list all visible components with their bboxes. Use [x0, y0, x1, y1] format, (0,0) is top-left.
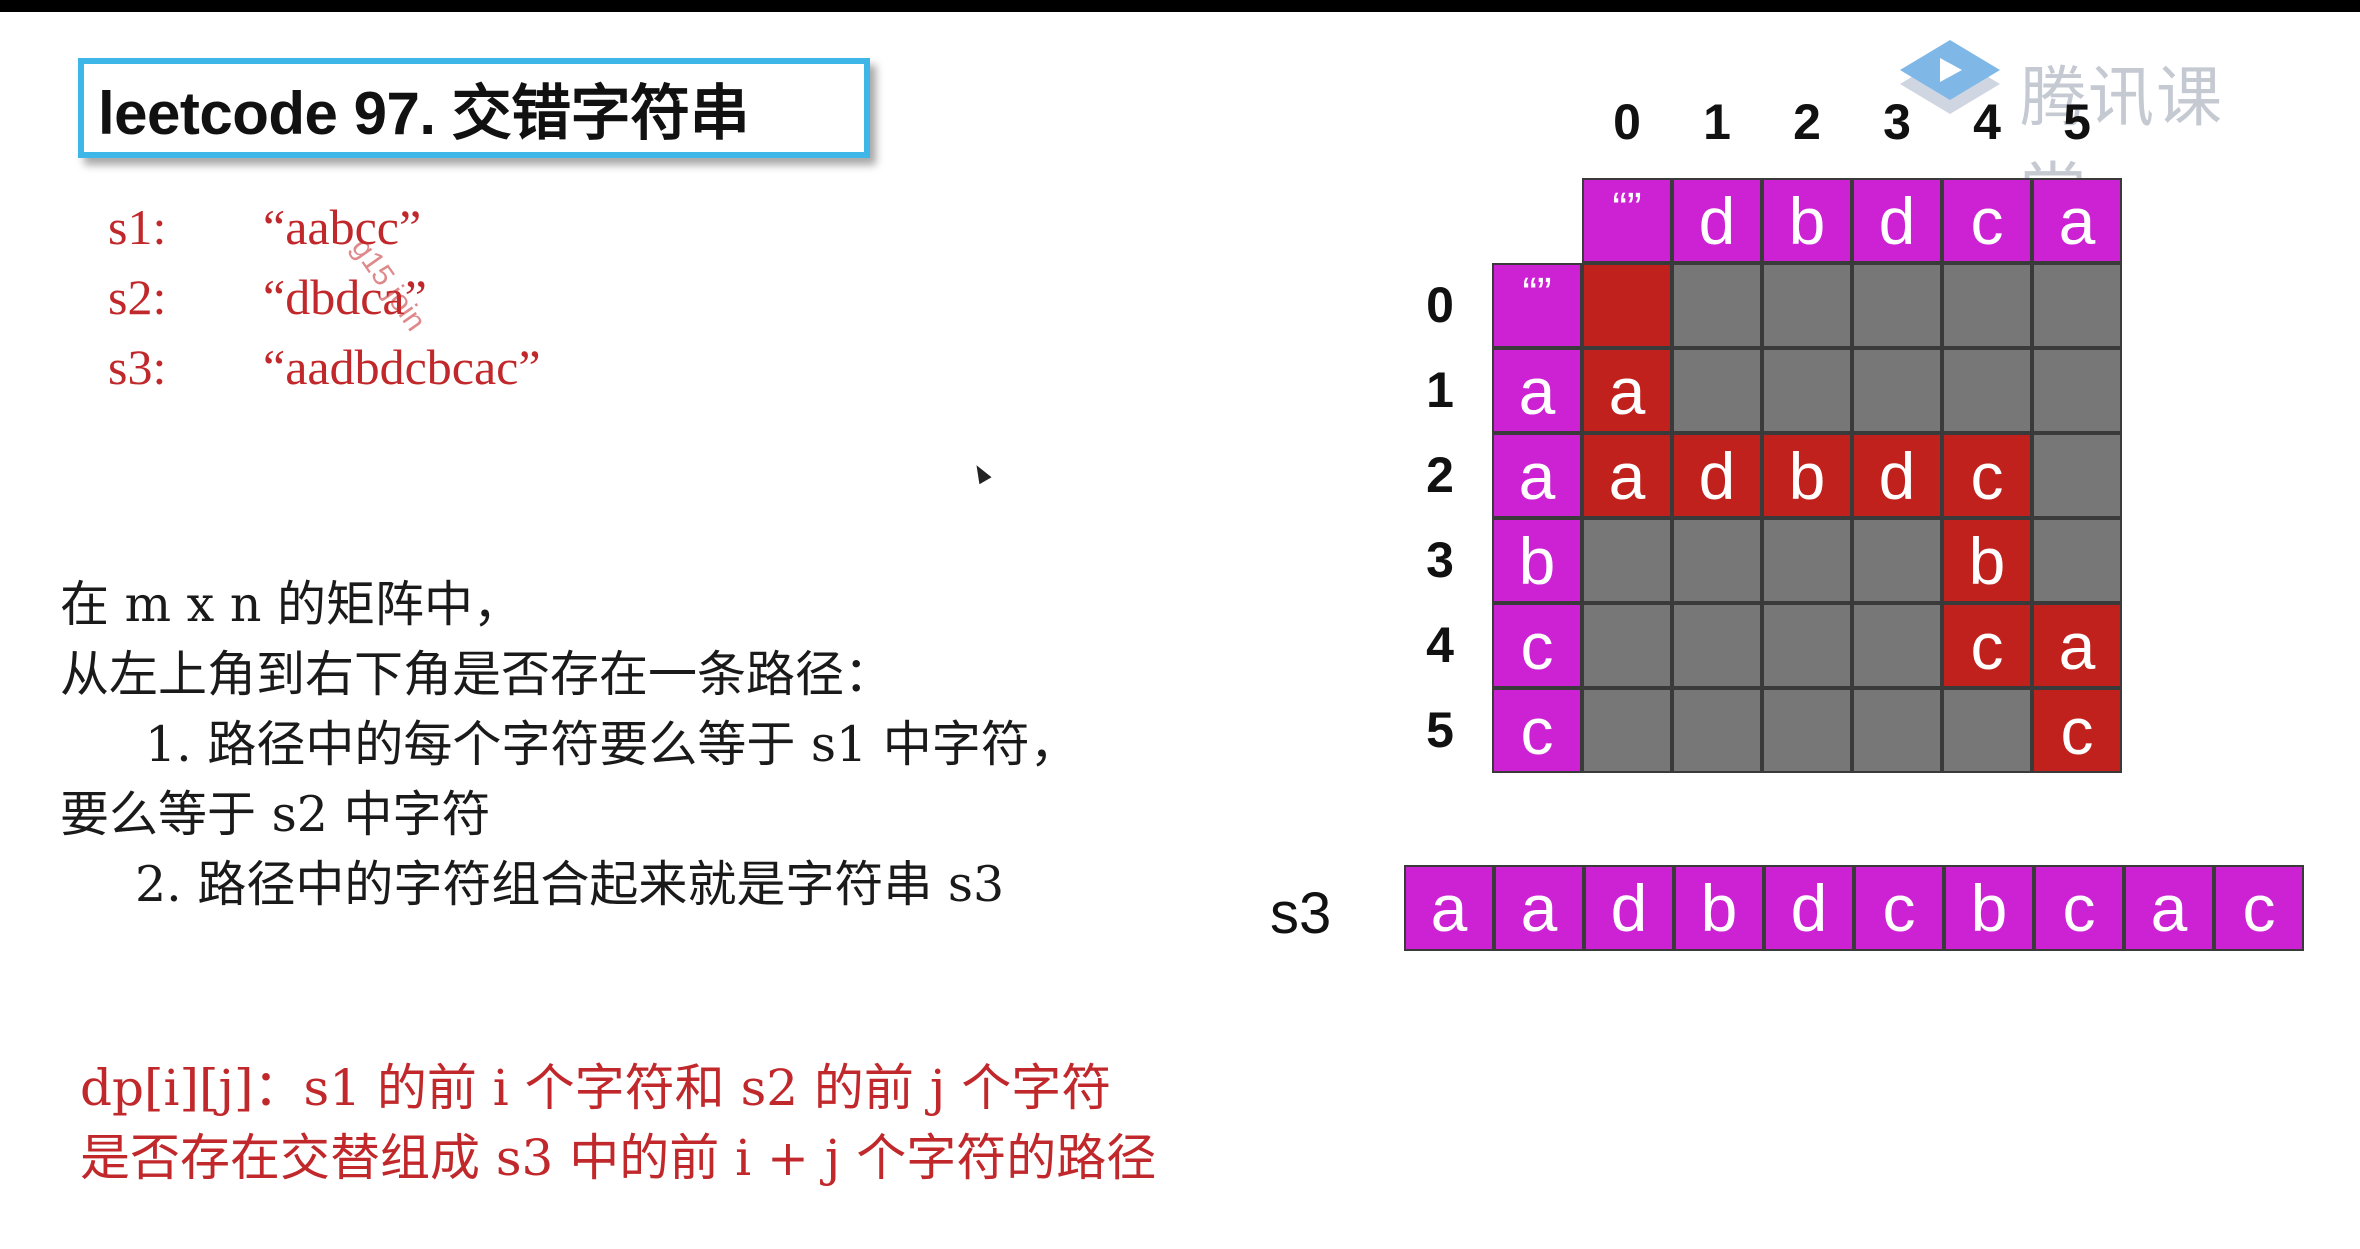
row-index-0: 0	[1426, 277, 1454, 333]
grid-cell	[1852, 603, 1942, 688]
grid-cell	[1582, 688, 1672, 773]
col-index-4: 4	[1973, 94, 2001, 150]
grid-cell	[1852, 518, 1942, 603]
row-index-5: 5	[1426, 702, 1454, 758]
description-line-3: 1. 路径中的每个字符要么等于 s1 中字符，	[145, 716, 1079, 773]
s3-value: “aadbdcbcac”	[263, 339, 541, 395]
grid-cell	[1672, 688, 1762, 773]
page-title: leetcode 97. 交错字符串	[98, 79, 750, 147]
mouse-cursor-icon	[970, 461, 992, 485]
path-cell: a	[2032, 603, 2122, 688]
row-index-1: 1	[1426, 362, 1454, 418]
s3-char-cell: c	[1854, 865, 1944, 951]
grid-cell	[1762, 263, 1852, 348]
s1-value: “aabcc”	[263, 199, 422, 255]
path-cell: c	[1942, 603, 2032, 688]
s3-char-cell: a	[1494, 865, 1584, 951]
grid-cell	[1762, 518, 1852, 603]
path-cell: c	[2032, 688, 2122, 773]
grid-cell	[1762, 688, 1852, 773]
row-index-3: 3	[1426, 532, 1454, 588]
path-cell: d	[1852, 433, 1942, 518]
grid-cell	[1942, 688, 2032, 773]
grid-cell	[1762, 348, 1852, 433]
col-index-5: 5	[2063, 94, 2091, 150]
grid-cell	[1762, 603, 1852, 688]
path-cell: b	[1942, 518, 2032, 603]
path-cell: a	[1582, 348, 1672, 433]
header-empty-row-cell: “”	[1492, 263, 1582, 348]
path-cell	[1582, 263, 1672, 348]
s3-char-cell: b	[1674, 865, 1764, 951]
description-line-4: 要么等于 s2 中字符	[60, 786, 491, 843]
grid-cell	[1582, 518, 1672, 603]
header-s1-cell: c	[1492, 688, 1582, 773]
string-s3: s3: “aadbdcbcac”	[108, 338, 541, 396]
s3-char-cell: a	[1404, 865, 1494, 951]
path-cell: c	[1942, 433, 2032, 518]
grid-cell	[1582, 603, 1672, 688]
row-index-4: 4	[1426, 617, 1454, 673]
dp-definition-line-2: 是否存在交替组成 s3 中的前 i + j 个字符的路径	[80, 1129, 1157, 1187]
s3-char-cell: d	[1764, 865, 1854, 951]
s3-char-cell: c	[2214, 865, 2304, 951]
s1-label: s1:	[108, 199, 167, 255]
grid-cell	[1942, 263, 2032, 348]
grid-cell	[1852, 348, 1942, 433]
grid-cell	[1852, 263, 1942, 348]
grid-cell	[1672, 518, 1762, 603]
grid-cell	[2032, 433, 2122, 518]
header-s2-cell: d	[1852, 178, 1942, 263]
grid-cell	[1942, 348, 2032, 433]
header-s2-cell: d	[1672, 178, 1762, 263]
grid-cell	[2032, 263, 2122, 348]
path-cell: d	[1672, 433, 1762, 518]
s3-char-cell: b	[1944, 865, 2034, 951]
header-s2-cell: b	[1762, 178, 1852, 263]
header-s2-cell: c	[1942, 178, 2032, 263]
col-index-1: 1	[1703, 94, 1731, 150]
header-s1-cell: a	[1492, 348, 1582, 433]
grid-cell	[1672, 348, 1762, 433]
header-s1-cell: c	[1492, 603, 1582, 688]
grid-cell	[1672, 263, 1762, 348]
grid-cell	[2032, 518, 2122, 603]
dp-definition-line-1: dp[i][j]：s1 的前 i 个字符和 s2 的前 j 个字符	[80, 1059, 1112, 1117]
row-index-2: 2	[1426, 447, 1454, 503]
description-line-1: 在 m x n 的矩阵中，	[60, 576, 522, 633]
path-cell: b	[1762, 433, 1852, 518]
col-index-0: 0	[1613, 94, 1641, 150]
header-s2-cell: a	[2032, 178, 2122, 263]
title-box: leetcode 97. 交错字符串	[78, 58, 870, 158]
col-index-2: 2	[1793, 94, 1821, 150]
s3-label: s3:	[108, 339, 167, 395]
s3-row-label: s3	[1270, 881, 1332, 946]
grid-cell	[1852, 688, 1942, 773]
col-index-3: 3	[1883, 94, 1911, 150]
header-empty-cell: “”	[1582, 178, 1672, 263]
s3-char-cell: a	[2124, 865, 2214, 951]
top-bar	[0, 0, 2360, 12]
header-s1-cell: b	[1492, 518, 1582, 603]
description-line-2: 从左上角到右下角是否存在一条路径：	[60, 646, 894, 703]
s3-char-cell: d	[1584, 865, 1674, 951]
path-cell: a	[1582, 433, 1672, 518]
grid-cell	[1672, 603, 1762, 688]
s2-label: s2:	[108, 269, 167, 325]
s3-char-cell: c	[2034, 865, 2124, 951]
grid-cell	[2032, 348, 2122, 433]
description-line-5: 2. 路径中的字符组合起来就是字符串 s3	[135, 856, 1005, 913]
header-s1-cell: a	[1492, 433, 1582, 518]
